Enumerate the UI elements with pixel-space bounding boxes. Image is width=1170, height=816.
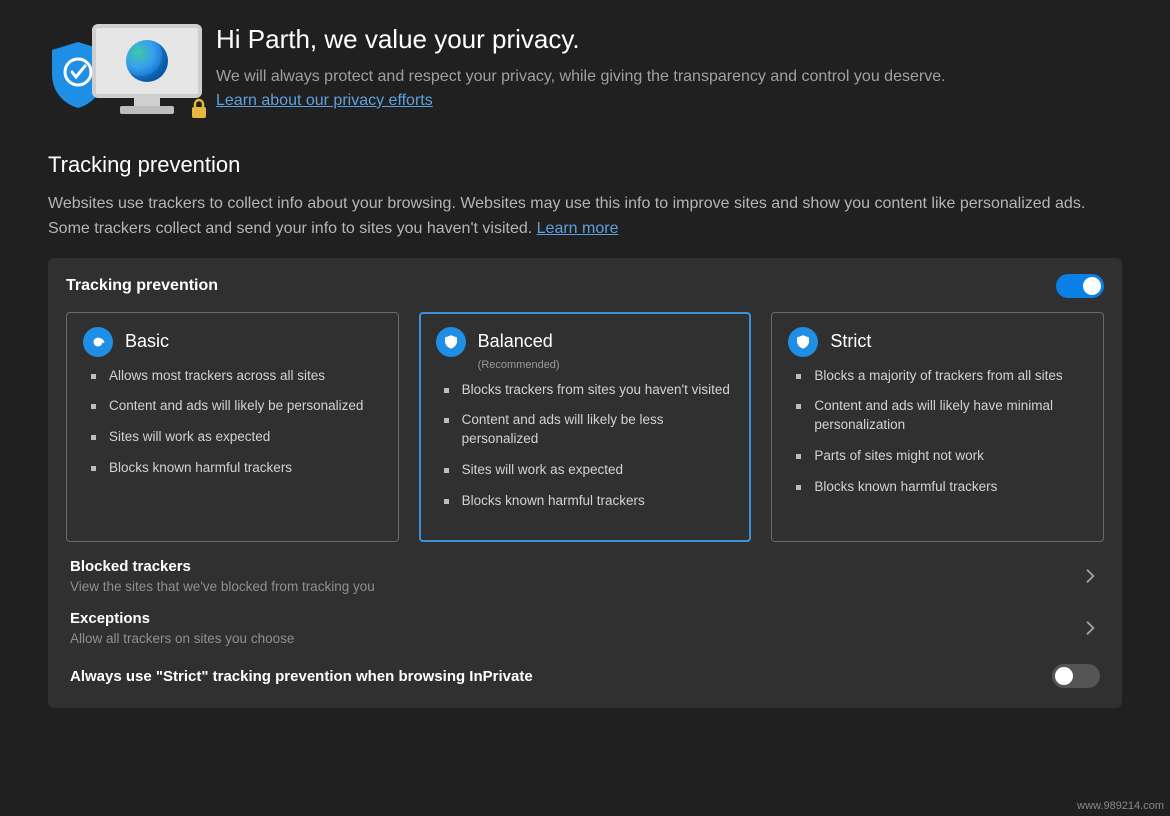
row-desc: Allow all trackers on sites you choose xyxy=(70,631,294,646)
tracking-prevention-description: Websites use trackers to collect info ab… xyxy=(48,192,1122,242)
tracking-prevention-toggle[interactable] xyxy=(1056,274,1104,298)
card-bullet: Sites will work as expected xyxy=(89,428,382,447)
row-title: Blocked trackers xyxy=(70,558,375,575)
card-title: Basic xyxy=(125,331,169,352)
strict-inprivate-row: Always use "Strict" tracking prevention … xyxy=(66,646,1104,692)
card-title: Strict xyxy=(830,331,871,352)
row-desc: View the sites that we've blocked from t… xyxy=(70,579,375,594)
row-title: Exceptions xyxy=(70,610,294,627)
lock-icon xyxy=(188,98,210,120)
privacy-efforts-link[interactable]: Learn about our privacy efforts xyxy=(216,92,433,109)
card-bullet: Blocks trackers from sites you haven't v… xyxy=(442,381,735,400)
blocked-trackers-row[interactable]: Blocked trackers View the sites that we'… xyxy=(66,542,1104,594)
card-title: Balanced xyxy=(478,331,553,352)
watermark: www.989214.com xyxy=(1077,800,1164,812)
card-bullet: Content and ads will likely be personali… xyxy=(89,397,382,416)
level-card-strict[interactable]: Strict Blocks a majority of trackers fro… xyxy=(771,312,1104,542)
edge-logo-icon xyxy=(126,40,168,82)
card-bullet: Blocks known harmful trackers xyxy=(442,492,735,511)
card-bullet: Sites will work as expected xyxy=(442,461,735,480)
card-bullet: Blocks known harmful trackers xyxy=(794,478,1087,497)
chevron-right-icon xyxy=(1080,566,1100,586)
basic-icon xyxy=(83,327,113,357)
tracking-prevention-heading: Tracking prevention xyxy=(48,152,1122,178)
learn-more-link[interactable]: Learn more xyxy=(537,220,619,237)
card-bullet: Allows most trackers across all sites xyxy=(89,367,382,386)
strict-inprivate-toggle[interactable] xyxy=(1052,664,1100,688)
panel-title: Tracking prevention xyxy=(66,277,218,295)
privacy-hero: Hi Parth, we value your privacy. We will… xyxy=(48,24,1122,124)
row-title: Always use "Strict" tracking prevention … xyxy=(70,668,533,685)
exceptions-row[interactable]: Exceptions Allow all trackers on sites y… xyxy=(66,594,1104,646)
card-bullet: Blocks known harmful trackers xyxy=(89,459,382,478)
chevron-right-icon xyxy=(1080,618,1100,638)
balanced-icon xyxy=(436,327,466,357)
card-bullet: Content and ads will likely be less pers… xyxy=(442,411,735,449)
tracking-prevention-panel: Tracking prevention Basic Allows most tr… xyxy=(48,258,1122,708)
card-bullet: Parts of sites might not work xyxy=(794,447,1087,466)
hero-title: Hi Parth, we value your privacy. xyxy=(216,24,956,55)
card-bullet: Content and ads will likely have minimal… xyxy=(794,397,1087,435)
level-card-balanced[interactable]: Balanced (Recommended) Blocks trackers f… xyxy=(419,312,752,542)
hero-body: We will always protect and respect your … xyxy=(216,65,956,113)
strict-icon xyxy=(788,327,818,357)
monitor-icon xyxy=(92,24,202,114)
privacy-hero-illustration xyxy=(48,24,188,124)
level-card-basic[interactable]: Basic Allows most trackers across all si… xyxy=(66,312,399,542)
card-bullet: Blocks a majority of trackers from all s… xyxy=(794,367,1087,386)
card-subtitle: (Recommended) xyxy=(478,359,735,371)
